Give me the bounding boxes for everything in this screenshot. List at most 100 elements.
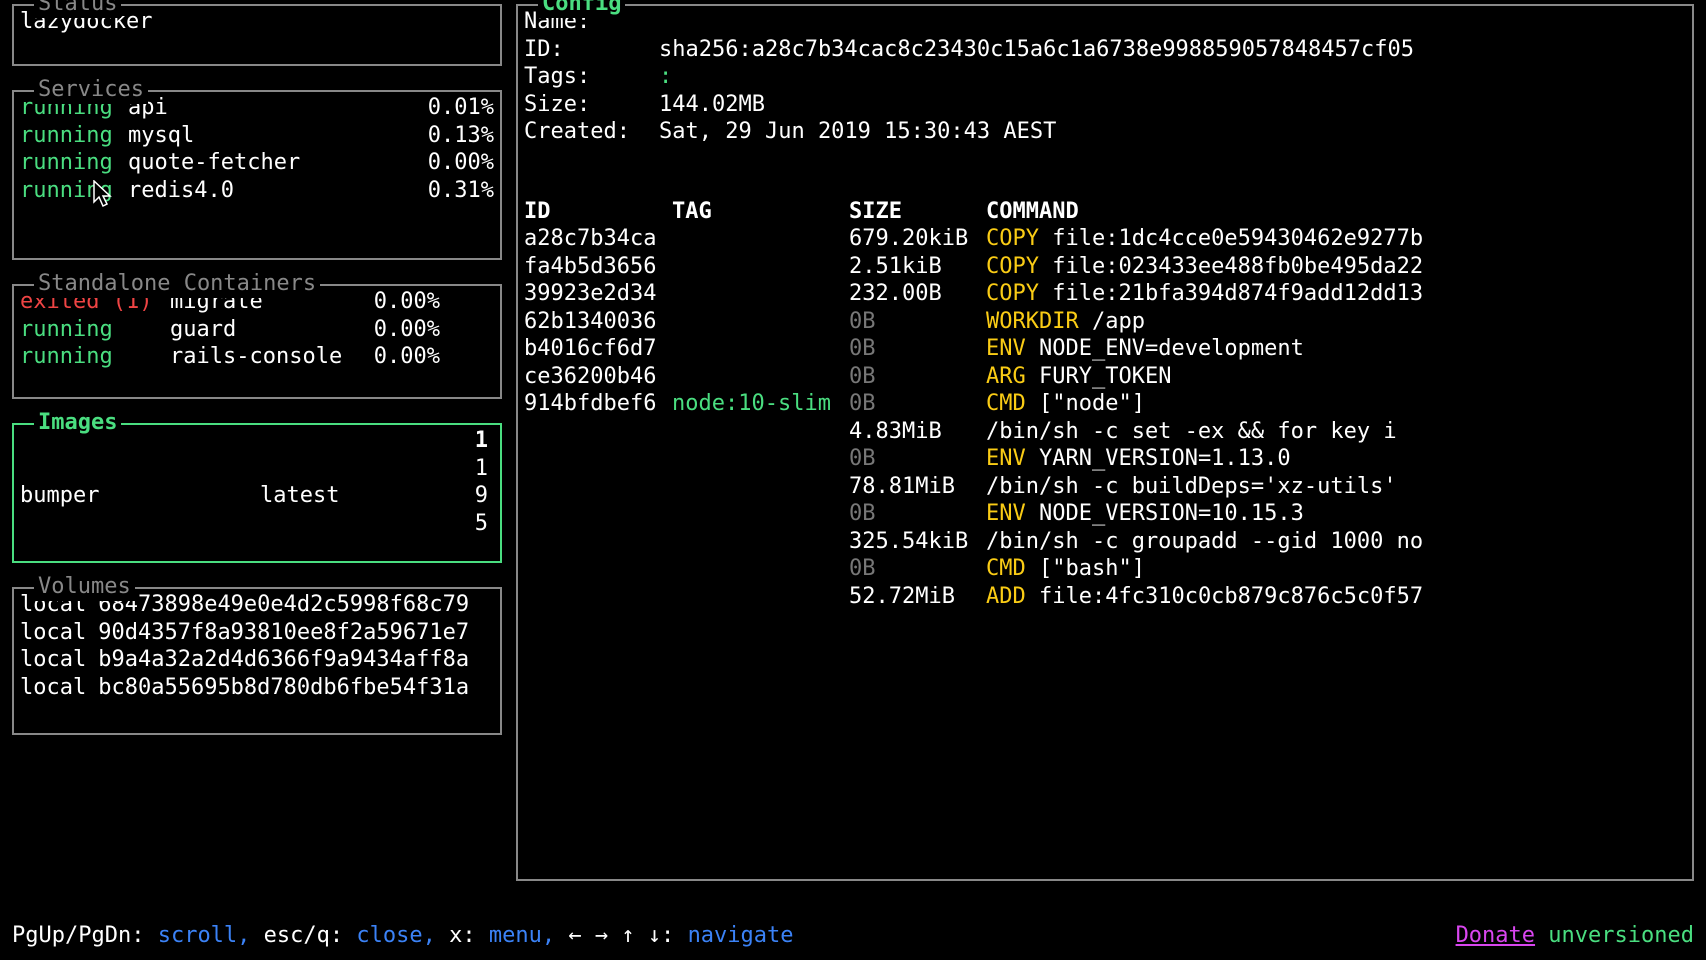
container-name: guard bbox=[170, 316, 365, 344]
volume-name: 90d4357f8a93810ee8f2a59671e7 bbox=[98, 619, 469, 647]
config-value: Sat, 29 Jun 2019 15:30:43 AEST bbox=[659, 118, 1056, 146]
layer-row[interactable]: 0BENV NODE_VERSION=10.15.3 bbox=[524, 500, 1686, 528]
donate-link[interactable]: Donate bbox=[1456, 923, 1535, 948]
service-status: running bbox=[20, 122, 128, 150]
layer-tag bbox=[672, 528, 849, 556]
container-status: running bbox=[20, 316, 170, 344]
config-key: Size: bbox=[524, 91, 659, 119]
layer-size: 78.81MiB bbox=[849, 473, 986, 501]
layer-op: CMD bbox=[986, 556, 1026, 581]
layer-row[interactable]: 0BENV YARN_VERSION=1.13.0 bbox=[524, 445, 1686, 473]
container-row[interactable]: runningguard0.00% bbox=[20, 316, 494, 344]
layer-tag: node:10-slim bbox=[672, 390, 849, 418]
layer-op: ADD bbox=[986, 584, 1026, 609]
layer-id bbox=[524, 418, 672, 446]
container-cpu-pct: 0.00% bbox=[365, 343, 440, 371]
layer-id: 914bfdbef6 bbox=[524, 390, 672, 418]
layer-row[interactable]: 39923e2d34232.00BCOPY file:21bfa394d874f… bbox=[524, 280, 1686, 308]
layer-row[interactable]: a28c7b34ca679.20kiBCOPY file:1dc4cce0e59… bbox=[524, 225, 1686, 253]
volume-name: bc80a55695b8d780db6fbe54f31a bbox=[98, 674, 469, 702]
layer-size: 0B bbox=[849, 445, 986, 473]
layer-size: 679.20kiB bbox=[849, 225, 986, 253]
config-panel[interactable]: Config Name:ID:sha256:a28c7b34cac8c23430… bbox=[516, 4, 1694, 881]
layer-size: 0B bbox=[849, 555, 986, 583]
layer-row[interactable]: 0BCMD ["bash"] bbox=[524, 555, 1686, 583]
image-row[interactable]: bumperlatest9 bbox=[20, 482, 494, 510]
image-count: 1 bbox=[460, 427, 494, 455]
config-value: sha256:a28c7b34cac8c23430c15a6c1a6738e99… bbox=[659, 36, 1414, 64]
service-row[interactable]: runningredis4.00.31% bbox=[20, 177, 494, 205]
config-key: Created: bbox=[524, 118, 659, 146]
volume-row[interactable]: localb9a4a32a2d4d6366f9a9434aff8a bbox=[20, 646, 494, 674]
volume-name: b9a4a32a2d4d6366f9a9434aff8a bbox=[98, 646, 469, 674]
layer-command: ENV NODE_ENV=development bbox=[986, 335, 1686, 363]
layer-command: ENV NODE_VERSION=10.15.3 bbox=[986, 500, 1686, 528]
volume-driver: local bbox=[20, 619, 86, 647]
status-panel-title: Status bbox=[34, 0, 121, 18]
layer-tag bbox=[672, 445, 849, 473]
image-name bbox=[20, 455, 260, 483]
layer-size: 2.51kiB bbox=[849, 253, 986, 281]
image-count: 9 bbox=[460, 482, 494, 510]
service-cpu-pct: 0.00% bbox=[414, 149, 494, 177]
layer-row[interactable]: 325.54kiB/bin/sh -c groupadd --gid 1000 … bbox=[524, 528, 1686, 556]
layer-tag bbox=[672, 583, 849, 611]
layer-op: WORKDIR bbox=[986, 309, 1079, 334]
layer-row[interactable]: 4.83MiB/bin/sh -c set -ex && for key i bbox=[524, 418, 1686, 446]
image-name: bumper bbox=[20, 482, 260, 510]
layer-tag bbox=[672, 225, 849, 253]
image-tag: latest bbox=[260, 482, 460, 510]
keyboard-hints: PgUp/PgDn: scroll, esc/q: close, x: menu… bbox=[12, 922, 794, 956]
layer-id bbox=[524, 555, 672, 583]
service-status: running bbox=[20, 149, 128, 177]
layer-row[interactable]: 62b13400360BWORKDIR /app bbox=[524, 308, 1686, 336]
service-row[interactable]: runningquote-fetcher0.00% bbox=[20, 149, 494, 177]
layer-command: COPY file:21bfa394d874f9add12dd13 bbox=[986, 280, 1686, 308]
layer-size: 0B bbox=[849, 500, 986, 528]
volume-driver: local bbox=[20, 674, 86, 702]
layer-id: 62b1340036 bbox=[524, 308, 672, 336]
container-cpu-pct: 0.00% bbox=[365, 316, 440, 344]
layer-tag bbox=[672, 473, 849, 501]
volumes-panel[interactable]: Volumes local68473898e49e0e4d2c5998f68c7… bbox=[12, 587, 502, 735]
volume-row[interactable]: local bc80a55695b8d780db6fbe54f31a bbox=[20, 674, 494, 702]
container-row[interactable]: runningrails-console0.00% bbox=[20, 343, 494, 371]
container-cpu-pct: 0.00% bbox=[365, 288, 440, 316]
layer-row[interactable]: ce36200b460BARG FURY_TOKEN bbox=[524, 363, 1686, 391]
image-row[interactable]: 5 bbox=[20, 510, 494, 538]
service-cpu-pct: 0.01% bbox=[414, 94, 494, 122]
layer-tag bbox=[672, 335, 849, 363]
layer-row[interactable]: b4016cf6d70BENV NODE_ENV=development bbox=[524, 335, 1686, 363]
layer-tag bbox=[672, 253, 849, 281]
layer-id bbox=[524, 473, 672, 501]
volumes-panel-title: Volumes bbox=[34, 573, 135, 601]
image-count: 5 bbox=[460, 510, 494, 538]
layer-op: COPY bbox=[986, 281, 1039, 306]
container-name: rails-console bbox=[170, 343, 365, 371]
status-panel[interactable]: Status lazydocker bbox=[12, 4, 502, 66]
layer-row[interactable]: 52.72MiBADD file:4fc310c0cb879c876c5c0f5… bbox=[524, 583, 1686, 611]
layer-command: COPY file:023433ee488fb0be495da22 bbox=[986, 253, 1686, 281]
layer-id bbox=[524, 583, 672, 611]
image-row[interactable]: 1 bbox=[20, 455, 494, 483]
services-panel[interactable]: Services runningapi0.01%runningmysql0.13… bbox=[12, 90, 502, 260]
layer-command: WORKDIR /app bbox=[986, 308, 1686, 336]
layer-row[interactable]: 78.81MiB/bin/sh -c buildDeps='xz-utils' bbox=[524, 473, 1686, 501]
config-kv-row: Tags:: bbox=[524, 63, 1686, 91]
layer-row[interactable]: fa4b5d36562.51kiBCOPY file:023433ee488fb… bbox=[524, 253, 1686, 281]
volume-row[interactable]: local 90d4357f8a93810ee8f2a59671e7 bbox=[20, 619, 494, 647]
config-kv-row: Size:144.02MB bbox=[524, 91, 1686, 119]
config-kv-row: ID:sha256:a28c7b34cac8c23430c15a6c1a6738… bbox=[524, 36, 1686, 64]
images-panel-title: Images bbox=[34, 409, 121, 437]
service-cpu-pct: 0.13% bbox=[414, 122, 494, 150]
layer-command: /bin/sh -c set -ex && for key i bbox=[986, 418, 1686, 446]
layer-tag bbox=[672, 308, 849, 336]
images-panel[interactable]: Images 11bumperlatest95 bbox=[12, 423, 502, 563]
standalone-panel-title: Standalone Containers bbox=[34, 270, 320, 298]
layer-id bbox=[524, 445, 672, 473]
layer-row[interactable]: 914bfdbef6node:10-slim0BCMD ["node"] bbox=[524, 390, 1686, 418]
layer-command: ADD file:4fc310c0cb879c876c5c0f57 bbox=[986, 583, 1686, 611]
layer-tag bbox=[672, 555, 849, 583]
service-row[interactable]: runningmysql0.13% bbox=[20, 122, 494, 150]
standalone-containers-panel[interactable]: Standalone Containers exited (1)migrate0… bbox=[12, 284, 502, 399]
